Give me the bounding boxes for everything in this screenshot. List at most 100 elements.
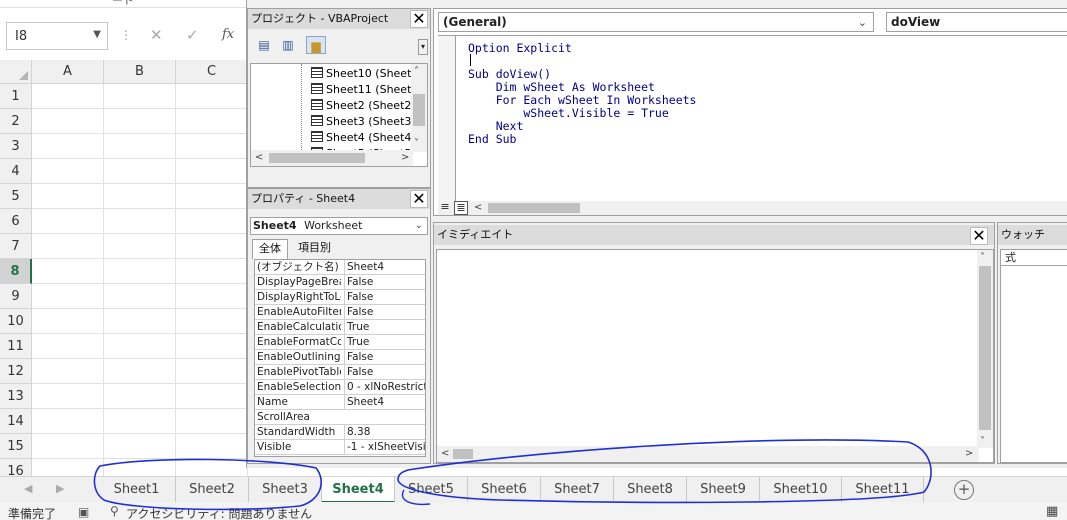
full-module-view-icon[interactable]: ≣ xyxy=(454,201,468,215)
property-row[interactable]: EnableOutlining False xyxy=(255,350,425,365)
row-header-3[interactable]: 3 xyxy=(0,134,32,159)
property-value[interactable]: False xyxy=(344,365,425,379)
chevron-down-icon[interactable]: ⌄ xyxy=(415,218,423,234)
column-header-c[interactable]: C xyxy=(176,60,248,84)
row-header-13[interactable]: 13 xyxy=(0,384,32,409)
row-header-9[interactable]: 9 xyxy=(0,284,32,309)
property-value[interactable]: 8.38 xyxy=(344,425,425,439)
row-header-11[interactable]: 11 xyxy=(0,334,32,359)
property-row[interactable]: EnableAutoFilter False xyxy=(255,305,425,320)
property-row[interactable]: DisplayPageBreaksFalse xyxy=(255,275,425,290)
property-value[interactable]: False xyxy=(344,305,425,319)
accessibility-status[interactable]: アクセシビリティ: 問題ありません xyxy=(126,505,312,520)
accessibility-icon[interactable]: ⚲ xyxy=(110,504,119,518)
column-header-a[interactable]: A xyxy=(32,60,104,84)
object-select[interactable]: Sheet4 Worksheet ⌄ xyxy=(250,217,428,235)
property-value[interactable]: Sheet4 xyxy=(344,395,425,409)
watch-column-expression[interactable]: 式 xyxy=(1001,250,1067,266)
property-row[interactable]: EnableCalculationTrue xyxy=(255,320,425,335)
code-horizontal-scrollbar[interactable] xyxy=(488,203,580,213)
tab-sheet3[interactable]: Sheet3 xyxy=(249,477,322,503)
toggle-folders-icon[interactable]: ▆ xyxy=(306,36,326,54)
tab-sheet11[interactable]: Sheet11 xyxy=(842,477,924,503)
close-icon[interactable]: ✕ xyxy=(410,10,428,28)
code-margin[interactable] xyxy=(438,36,456,202)
property-value[interactable]: False xyxy=(344,275,425,289)
row-header-2[interactable]: 2 xyxy=(0,109,32,134)
close-icon[interactable]: ✕ xyxy=(970,227,988,245)
name-box[interactable]: I8 ▼ xyxy=(6,22,108,50)
project-tree-item[interactable]: Sheet4 (Sheet4 xyxy=(311,130,411,146)
procedure-view-icon[interactable]: ≡ xyxy=(438,201,452,215)
property-row[interactable]: EnablePivotTable False xyxy=(255,365,425,380)
select-all-corner[interactable] xyxy=(0,60,32,84)
chevron-down-icon[interactable]: ▼ xyxy=(93,29,101,40)
row-header-14[interactable]: 14 xyxy=(0,409,32,434)
close-icon[interactable]: ✕ xyxy=(410,190,428,208)
row-header-1[interactable]: 1 xyxy=(0,84,32,109)
tab-scroll-right-icon[interactable]: ▶ xyxy=(56,482,64,495)
tab-sheet1[interactable]: Sheet1 xyxy=(98,477,176,503)
row-header-10[interactable]: 10 xyxy=(0,309,32,334)
procedure-combo[interactable]: doView xyxy=(886,12,1067,32)
add-sheet-button[interactable]: + xyxy=(954,480,974,500)
tab-sheet10[interactable]: Sheet10 xyxy=(760,477,842,503)
property-row[interactable]: ScrollArea xyxy=(255,410,425,425)
project-tree-item[interactable]: Sheet10 (Sheet xyxy=(311,66,411,82)
row-header-5[interactable]: 5 xyxy=(0,184,32,209)
tab-sheet2[interactable]: Sheet2 xyxy=(176,477,249,503)
immediate-vertical-scrollbar[interactable]: ˄ ˅ xyxy=(977,250,993,448)
row-header-12[interactable]: 12 xyxy=(0,359,32,384)
row-header-4[interactable]: 4 xyxy=(0,159,32,184)
property-row[interactable]: DisplayRightToLeftFalse xyxy=(255,290,425,305)
property-value[interactable]: 0 - xlNoRestrictions xyxy=(344,380,425,394)
row-header-15[interactable]: 15 xyxy=(0,434,32,459)
view-object-icon[interactable]: ▥ xyxy=(278,36,298,54)
property-value[interactable]: -1 - xlSheetVisible xyxy=(344,440,425,454)
row-header-7[interactable]: 7 xyxy=(0,234,32,259)
tree-horizontal-scrollbar[interactable]: < > xyxy=(251,150,413,166)
code-editor[interactable]: Option Explicit Sub doView() Dim wSheet A… xyxy=(438,35,1067,202)
normal-view-icon[interactable]: ▦ xyxy=(1046,504,1058,519)
property-value[interactable]: True xyxy=(344,320,425,334)
project-tree[interactable]: Sheet10 (Sheet Sheet11 (Sheet Sheet2 (Shee… xyxy=(250,63,428,167)
object-combo[interactable]: (General) ⌄ xyxy=(438,12,874,32)
tab-categorized[interactable]: 項目別 xyxy=(292,239,337,259)
project-tree-item[interactable]: Sheet2 (Sheet2 xyxy=(311,98,411,114)
immediate-horizontal-scrollbar[interactable]: < > xyxy=(437,446,979,462)
property-value[interactable]: False xyxy=(344,290,425,304)
properties-grid[interactable]: (オブジェクト名)Sheet4DisplayPageBreaksFalseDis… xyxy=(254,259,426,457)
property-value[interactable]: False xyxy=(344,350,425,364)
property-row[interactable]: EnableSelection0 - xlNoRestrictions xyxy=(255,380,425,395)
insert-function-icon[interactable]: fx xyxy=(222,27,234,42)
property-row[interactable]: EnableFormatConditionsCalculationTrue xyxy=(255,335,425,350)
row-header-6[interactable]: 6 xyxy=(0,209,32,234)
immediate-input[interactable]: ˄ ˅ < > xyxy=(436,249,994,463)
property-row[interactable]: Name Sheet4 xyxy=(255,395,425,410)
view-code-icon[interactable]: ▤ xyxy=(254,36,274,54)
tab-sheet4[interactable]: Sheet4 xyxy=(322,477,395,503)
pane-scroll-icon[interactable]: ▾ xyxy=(418,39,428,55)
chevron-down-icon[interactable]: ⌄ xyxy=(858,14,867,32)
property-value[interactable]: Sheet4 xyxy=(344,260,425,274)
enter-formula-icon[interactable]: ✓ xyxy=(186,26,199,44)
tab-sheet9[interactable]: Sheet9 xyxy=(687,477,760,503)
property-value[interactable]: True xyxy=(344,335,425,349)
tab-sheet7[interactable]: Sheet7 xyxy=(541,477,614,503)
project-tree-item[interactable]: Sheet11 (Sheet xyxy=(311,82,411,98)
property-row[interactable]: StandardWidth 8.38 xyxy=(255,425,425,440)
scroll-left-icon[interactable]: < xyxy=(474,202,482,213)
project-tree-item[interactable]: Sheet3 (Sheet3 xyxy=(311,114,411,130)
tree-vertical-scrollbar[interactable]: ˄ ˅ xyxy=(411,64,427,152)
tab-sheet8[interactable]: Sheet8 xyxy=(614,477,687,503)
cancel-formula-icon[interactable]: ✕ xyxy=(150,26,163,44)
tab-alphabetic[interactable]: 全体 xyxy=(252,239,288,259)
tab-scroll-left-icon[interactable]: ◀ xyxy=(24,482,32,495)
property-row[interactable]: Visible -1 - xlSheetVisible xyxy=(255,440,425,455)
column-header-b[interactable]: B xyxy=(104,60,176,84)
tab-sheet5[interactable]: Sheet5 xyxy=(395,477,468,503)
property-row[interactable]: (オブジェクト名) Sheet4 xyxy=(255,260,425,275)
watch-list[interactable]: 式 xyxy=(1000,249,1067,463)
tab-sheet6[interactable]: Sheet6 xyxy=(468,477,541,503)
row-header-16[interactable]: 16 xyxy=(0,459,32,476)
